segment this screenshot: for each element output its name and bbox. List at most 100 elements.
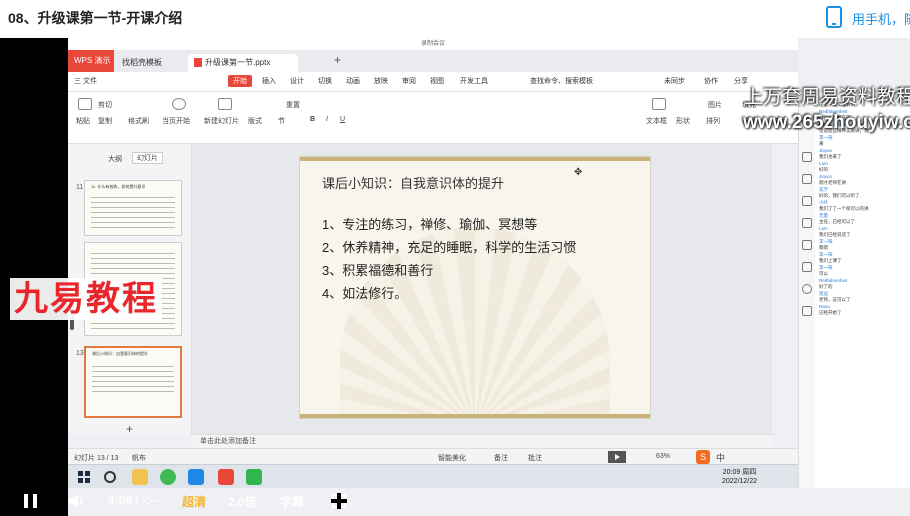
chat-message: 可以 <box>819 271 828 276</box>
thumb-number: 13 <box>76 350 84 357</box>
chat-side-toolbar <box>799 92 815 488</box>
location-icon[interactable] <box>802 284 812 294</box>
ime-mode[interactable]: 中 <box>716 451 725 464</box>
slide-canvas: 课后小知识：自我意识体的提升 1、专注的练习，禅修、瑜伽、冥想等 2、休养精神，… <box>192 144 772 434</box>
new-slide-icon[interactable] <box>218 98 232 110</box>
tab-slides[interactable]: 幻灯片 <box>132 152 163 164</box>
volume-icon[interactable] <box>68 494 86 508</box>
slide-list: 1、专注的练习，禅修、瑜伽、冥想等 2、休养精神，充足的睡眠，科学的生活习惯 3… <box>322 213 576 305</box>
menu-transition[interactable]: 切换 <box>318 76 332 86</box>
edit-icon[interactable] <box>802 196 812 206</box>
phone-link[interactable]: 用手机，随 <box>852 9 910 28</box>
play-from-current-icon[interactable] <box>172 98 186 110</box>
settings-icon[interactable] <box>802 152 812 162</box>
speed-button[interactable]: 2.0倍 <box>228 493 257 510</box>
paste-button[interactable]: 粘贴 <box>76 116 90 126</box>
chat-message: 好的，我们可以听了 <box>819 193 860 198</box>
slide-thumb-11[interactable]: 11. 什么有效练，如何提升意识 <box>84 180 182 236</box>
chat-message: 我们已经说话了 <box>819 232 851 237</box>
layers-icon[interactable] <box>802 218 812 228</box>
notes-button[interactable]: 备注 <box>494 453 508 463</box>
slide-list-item: 2、休养精神，充足的睡眠，科学的生活习惯 <box>322 240 577 255</box>
chat-message: 主任，已经可以了 <box>819 219 855 224</box>
menu-animation[interactable]: 动画 <box>346 76 360 86</box>
ime-logo-icon[interactable]: S <box>696 450 710 464</box>
slide-thumb-13[interactable]: 课后小知识：自我意识体的提升 <box>84 346 182 418</box>
collab-button[interactable]: 协作 <box>704 76 718 86</box>
slide-count: 幻灯片 13 / 13 <box>74 455 119 462</box>
page-title: 08、升级课第一节-开课介绍 <box>8 10 183 26</box>
link-icon[interactable] <box>802 262 812 272</box>
beautify-button[interactable]: 智能美化 <box>438 453 466 463</box>
thumb-title: 11. 什么有效练，如何提升意识 <box>91 184 146 189</box>
picture-button[interactable]: 图片 <box>708 100 722 110</box>
section-button[interactable]: 节 <box>278 116 285 126</box>
slide-bottom-border <box>300 414 650 418</box>
unsynced-status[interactable]: 未同步 <box>664 76 685 86</box>
underline-icon[interactable]: U <box>340 116 345 123</box>
menu-file[interactable]: 三 文件 <box>74 76 97 86</box>
shape-button[interactable]: 形状 <box>676 116 690 126</box>
info-icon[interactable] <box>802 306 812 316</box>
zoom-level[interactable]: 63% <box>656 453 670 460</box>
current-slide[interactable]: 课后小知识：自我意识体的提升 1、专注的练习，禅修、瑜伽、冥想等 2、休养精神，… <box>299 156 651 419</box>
meeting-chat-panel: Ladhe 这里一般没理解到 Redfahrenheit 可以大家都在了 Redfahr… <box>798 92 910 488</box>
copy-button[interactable]: 复制 <box>98 116 112 126</box>
slideshow-play-icon[interactable] <box>608 451 626 463</box>
chat-message: 已经开始了 <box>819 310 842 315</box>
italic-icon[interactable]: I <box>326 116 328 123</box>
chat-message: 我们了了一个很可以的讲 <box>819 206 869 211</box>
add-slide-button[interactable]: + <box>126 422 133 436</box>
slide-list-item: 4、如法修行。 <box>322 286 408 301</box>
tab-outline[interactable]: 大纲 <box>108 154 122 164</box>
watermark-line2: www.265zhouyiw.com <box>743 112 910 133</box>
menu-slideshow[interactable]: 放映 <box>374 76 388 86</box>
paste-icon[interactable] <box>78 98 92 110</box>
arrange-button[interactable]: 排列 <box>706 116 720 126</box>
comments-button[interactable]: 批注 <box>528 453 542 463</box>
chat-message: 来 <box>819 141 824 146</box>
video-frame: 录制会议 WPS 演示 找稻壳模板 升级课第一节.pptx + 三 文件 开始 … <box>68 38 910 516</box>
new-slide-button[interactable]: 新建幻灯片 <box>204 116 239 126</box>
menu-view[interactable]: 视图 <box>430 76 444 86</box>
chat-message: 好的 <box>819 167 828 172</box>
tab-document-label: 升级课第一节.pptx <box>205 58 271 67</box>
bold-icon[interactable]: B <box>310 116 315 123</box>
menu-start[interactable]: 开始 <box>228 75 252 87</box>
new-tab-button[interactable]: + <box>334 53 341 67</box>
tab-template[interactable]: 找稻壳模板 <box>116 54 186 72</box>
cut-button[interactable]: 剪切 <box>98 100 112 110</box>
format-painter-button[interactable]: 格式刷 <box>128 116 149 126</box>
panel-tabs: 大纲 幻灯片 <box>68 152 192 168</box>
layout-button[interactable]: 版式 <box>248 116 262 126</box>
slide-top-border <box>300 157 650 161</box>
tab-document[interactable]: 升级课第一节.pptx <box>188 54 298 72</box>
thumb-content <box>91 193 175 231</box>
from-current-button[interactable]: 当页开始 <box>162 116 190 126</box>
pause-icon[interactable] <box>24 494 37 508</box>
chat-message: 我们上课了 <box>819 258 842 263</box>
search-command-input[interactable]: 查找命令、搜索模板 <box>530 76 593 86</box>
menu-insert[interactable]: 插入 <box>262 76 276 86</box>
sliders-icon[interactable] <box>802 174 812 184</box>
quality-button[interactable]: 超清 <box>182 493 206 510</box>
textbox-button[interactable]: 文本框 <box>646 116 667 126</box>
thumb-content <box>92 362 174 396</box>
video-player[interactable]: 录制会议 WPS 演示 找稻壳模板 升级课第一节.pptx + 三 文件 开始 … <box>0 38 910 516</box>
reset-button[interactable]: 重置 <box>286 100 300 110</box>
menu-dev[interactable]: 开发工具 <box>460 76 488 86</box>
status-bar: 幻灯片 13 / 13 帆布 智能美化 备注 批注 63% S 中 <box>68 448 798 464</box>
tab-wps-home[interactable]: WPS 演示 <box>68 50 114 72</box>
textbox-icon[interactable] <box>652 98 666 110</box>
phone-icon[interactable] <box>826 6 842 28</box>
menu-design[interactable]: 设计 <box>290 76 304 86</box>
fullscreen-icon[interactable] <box>331 493 347 509</box>
watermark-line1: 上万套周易资料教程 <box>744 86 910 108</box>
playback-time: 4:08 / -:-- <box>108 493 159 507</box>
theme-name: 帆布 <box>132 455 146 462</box>
comment-icon[interactable] <box>802 240 812 250</box>
subtitle-button[interactable]: 字幕 <box>280 493 304 510</box>
slide-list-item: 1、专注的练习，禅修、瑜伽、冥想等 <box>322 217 538 232</box>
notes-field[interactable]: 单击此处添加备注 <box>192 434 772 448</box>
menu-review[interactable]: 审阅 <box>402 76 416 86</box>
